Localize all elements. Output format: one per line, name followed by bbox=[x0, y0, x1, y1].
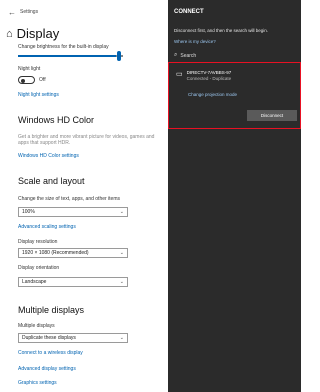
scale-label: Change the size of text, apps, and other… bbox=[18, 196, 121, 202]
night-light-label: Night light bbox=[18, 66, 41, 72]
advanced-display-link[interactable]: Advanced display settings bbox=[18, 366, 76, 372]
chevron-down-icon: ⌄ bbox=[119, 335, 124, 341]
brightness-slider-thumb[interactable] bbox=[117, 51, 121, 61]
connect-wireless-link[interactable]: Connect to a wireless display bbox=[18, 350, 83, 356]
scale-layout-heading: Scale and layout bbox=[18, 176, 85, 186]
chevron-down-icon: ⌄ bbox=[119, 250, 124, 256]
resolution-label: Display resolution bbox=[18, 239, 58, 245]
resolution-dropdown[interactable]: 1920 × 1080 (Recommended) ⌄ bbox=[18, 248, 128, 258]
multiple-displays-heading: Multiple displays bbox=[18, 305, 85, 315]
search-row[interactable]: ⌕ Search bbox=[174, 52, 196, 59]
night-light-toggle[interactable] bbox=[18, 76, 35, 84]
chevron-down-icon: ⌄ bbox=[119, 209, 124, 215]
multiple-displays-value: Duplicate these displays bbox=[22, 335, 76, 341]
highlight-box bbox=[168, 62, 301, 129]
search-label: Search bbox=[180, 52, 197, 59]
hd-color-heading: Windows HD Color bbox=[18, 115, 95, 125]
scale-value: 100% bbox=[22, 209, 35, 215]
multiple-displays-label: Multiple displays bbox=[18, 323, 55, 329]
search-icon: ⌕ bbox=[174, 52, 178, 58]
orientation-label: Display orientation bbox=[18, 265, 60, 271]
orientation-value: Landscape bbox=[22, 279, 47, 285]
graphics-settings-link[interactable]: Graphics settings bbox=[18, 380, 57, 386]
advanced-scaling-link[interactable]: Advanced scaling settings bbox=[18, 224, 76, 230]
home-icon[interactable]: ⌂ bbox=[6, 28, 13, 40]
scale-dropdown[interactable]: 100% ⌄ bbox=[18, 207, 128, 217]
brightness-slider-fill bbox=[18, 55, 116, 57]
orientation-dropdown[interactable]: Landscape ⌄ bbox=[18, 277, 128, 287]
page-header: ⌂ Display bbox=[6, 26, 59, 41]
toggle-knob bbox=[21, 78, 25, 83]
multiple-displays-dropdown[interactable]: Duplicate these displays ⌄ bbox=[18, 333, 128, 343]
connect-panel: CONNECT Disconnect first, and then the s… bbox=[168, 0, 301, 392]
window-title: Settings bbox=[20, 9, 39, 15]
panel-header: CONNECT bbox=[174, 9, 204, 15]
brightness-label: Change brightness for the built-in displ… bbox=[18, 44, 109, 50]
hd-color-settings-link[interactable]: Windows HD Color settings bbox=[18, 153, 79, 159]
disconnect-hint: Disconnect first, and then the search wi… bbox=[174, 28, 269, 33]
hd-color-description: Get a brighter and more vibrant picture … bbox=[18, 134, 155, 146]
night-light-state: Off bbox=[39, 77, 46, 83]
title-bar: ← Settings bbox=[8, 5, 38, 19]
where-is-device-link[interactable]: Where is my device? bbox=[174, 39, 216, 44]
chevron-down-icon: ⌄ bbox=[119, 279, 124, 285]
brightness-slider[interactable] bbox=[18, 55, 123, 57]
resolution-value: 1920 × 1080 (Recommended) bbox=[22, 250, 89, 256]
settings-window: ← Settings ⌂ Display Change brightness f… bbox=[0, 0, 170, 392]
back-arrow-icon[interactable]: ← bbox=[8, 8, 20, 17]
page-title: Display bbox=[16, 26, 60, 41]
night-light-settings-link[interactable]: Night light settings bbox=[18, 92, 59, 98]
